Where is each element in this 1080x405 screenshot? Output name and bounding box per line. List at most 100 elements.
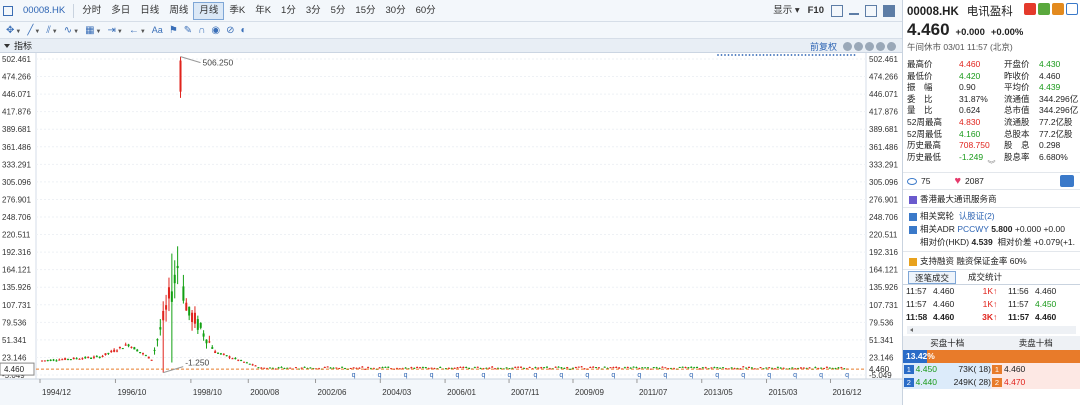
candle-body <box>66 358 69 360</box>
grid-tool-icon[interactable]: ▦▼ <box>85 25 101 36</box>
pen-tool-icon[interactable]: ✎ <box>184 25 192 36</box>
period-tab[interactable]: 多日 <box>106 2 135 20</box>
candle-body <box>245 362 248 364</box>
period-tab[interactable]: 3分 <box>301 2 326 20</box>
event-marker <box>755 54 758 56</box>
candle-body <box>491 366 494 368</box>
note-icon[interactable] <box>1038 3 1050 15</box>
candle-body <box>326 366 329 368</box>
dividend-marker: q <box>689 372 693 379</box>
bid-level[interactable]: 2 4.440 249K( 28) <box>903 376 991 390</box>
bell-icon[interactable] <box>1060 175 1074 188</box>
eye-icon[interactable]: ◉ <box>211 25 220 36</box>
tab-tick-trades[interactable]: 逐笔成交 <box>908 270 957 284</box>
expand-chevron-icon[interactable]: ︾ <box>903 161 1080 170</box>
toggle-icon[interactable]: ◐ <box>240 25 246 36</box>
dividend-marker: q <box>482 372 486 379</box>
delete-icon[interactable]: ⊘ <box>226 25 234 36</box>
magnet-icon[interactable]: ∩ <box>198 25 205 36</box>
candle-body <box>710 367 713 369</box>
candle-body <box>277 367 280 369</box>
right-icon[interactable] <box>887 42 896 51</box>
scroll-left-icon[interactable] <box>910 328 913 333</box>
trade-price: 4.450 <box>1035 299 1057 310</box>
window-icon[interactable] <box>3 5 13 16</box>
candle-body <box>110 350 113 353</box>
plus-watchlist-icon[interactable] <box>1066 3 1078 15</box>
period-tab[interactable]: 分时 <box>77 2 106 20</box>
x-tick-label: 2007/11 <box>511 388 540 397</box>
candle-body <box>430 367 433 369</box>
candle-body <box>84 356 87 359</box>
warrants-link[interactable]: 认股证(2) <box>959 211 995 221</box>
orderbook-row[interactable]: 2 4.440 249K( 28) 2 4.470 <box>903 376 1080 390</box>
help-icon[interactable] <box>843 42 852 51</box>
event-marker <box>741 54 744 56</box>
event-marker <box>783 54 786 56</box>
tab-trade-stats[interactable]: 成交统计 <box>962 271 1008 284</box>
line-tool-icon[interactable]: ╱▼ <box>27 25 40 36</box>
f10-button[interactable]: F10 <box>804 2 828 20</box>
dividend-marker: q <box>611 372 615 379</box>
crosshair-icon[interactable]: ✥▼ <box>6 25 21 36</box>
arrow-tool-icon[interactable]: ←▼ <box>129 25 146 36</box>
period-tab[interactable]: 5分 <box>326 2 351 20</box>
tag-icon[interactable] <box>1052 3 1064 15</box>
candle-body <box>170 291 173 302</box>
bid-level[interactable]: 1 4.450 73K( 18) <box>903 363 991 377</box>
candle-body <box>820 367 823 369</box>
period-tab[interactable]: 周线 <box>164 2 193 20</box>
trade-scrollbar[interactable] <box>907 326 1076 335</box>
wave-tool-icon[interactable]: ∿▼ <box>64 25 79 36</box>
candle-body <box>540 367 543 369</box>
price-chart[interactable]: 502.461 502.461 474.266 474.266 446.071 446.0… <box>0 53 902 405</box>
display-menu[interactable]: 显示 ▾ <box>769 2 803 20</box>
orderbook-row[interactable]: 1 4.450 73K( 18) 1 4.460 <box>903 363 1080 377</box>
candle-body <box>534 367 537 369</box>
y-tick-label-left: 51.341 <box>2 336 27 345</box>
close-icon[interactable] <box>865 5 877 17</box>
flag-tool-icon[interactable]: ⚑ <box>169 25 178 36</box>
min-annotation: -1.250 <box>185 358 209 368</box>
tagline-row: 香港最大通讯服务商 <box>903 190 1080 209</box>
quote-header-icons <box>1022 3 1078 15</box>
period-tab[interactable]: 日线 <box>135 2 164 20</box>
y-tick-label-left: 135.926 <box>2 283 31 292</box>
trade-volume: 1K <box>982 286 993 297</box>
ask-level[interactable]: 1 4.460 <box>991 363 1080 377</box>
range-tool-icon[interactable]: ⇥▼ <box>108 25 123 36</box>
candle-body <box>49 359 52 361</box>
event-marker <box>769 54 772 56</box>
period-tab[interactable]: 月线 <box>193 1 225 20</box>
period-tab[interactable]: 季K <box>224 2 250 20</box>
like-heart-icon[interactable]: ♥ <box>954 175 961 187</box>
layout-icon[interactable] <box>831 5 843 17</box>
candle-body <box>156 339 159 341</box>
indicator-label[interactable]: 指标 <box>14 39 32 52</box>
adr-code-link[interactable]: PCCWY <box>957 224 989 234</box>
candle-body <box>107 352 110 354</box>
text-tool[interactable]: Aa <box>152 25 163 35</box>
period-tab[interactable]: 60分 <box>411 2 441 20</box>
stat-label: 总股本 <box>1004 128 1030 139</box>
channel-tool-icon[interactable]: ⫽▼ <box>46 25 57 36</box>
draw-icon[interactable] <box>849 7 859 15</box>
period-tab[interactable]: 30分 <box>381 2 411 20</box>
minus-icon[interactable] <box>854 42 863 51</box>
panel-icon[interactable] <box>883 5 895 17</box>
stock-code-tab[interactable]: 00008.HK <box>18 2 70 20</box>
y-tick-label-left: 164.121 <box>2 266 31 275</box>
collapse-triangle-icon[interactable] <box>4 43 10 48</box>
period-tab[interactable]: 年K <box>250 2 276 20</box>
left-icon[interactable] <box>876 42 885 51</box>
period-tab[interactable]: 1分 <box>276 2 301 20</box>
x-tick-label: 2004/03 <box>382 388 411 397</box>
event-marker <box>720 54 723 56</box>
candle-body <box>101 355 104 357</box>
period-tab[interactable]: 15分 <box>350 2 380 20</box>
candle-body <box>46 360 49 362</box>
adjust-mode-link[interactable]: 前复权 <box>810 40 837 53</box>
ask-level[interactable]: 2 4.470 <box>991 376 1080 390</box>
plus-icon[interactable] <box>865 42 874 51</box>
event-marker <box>759 54 761 56</box>
